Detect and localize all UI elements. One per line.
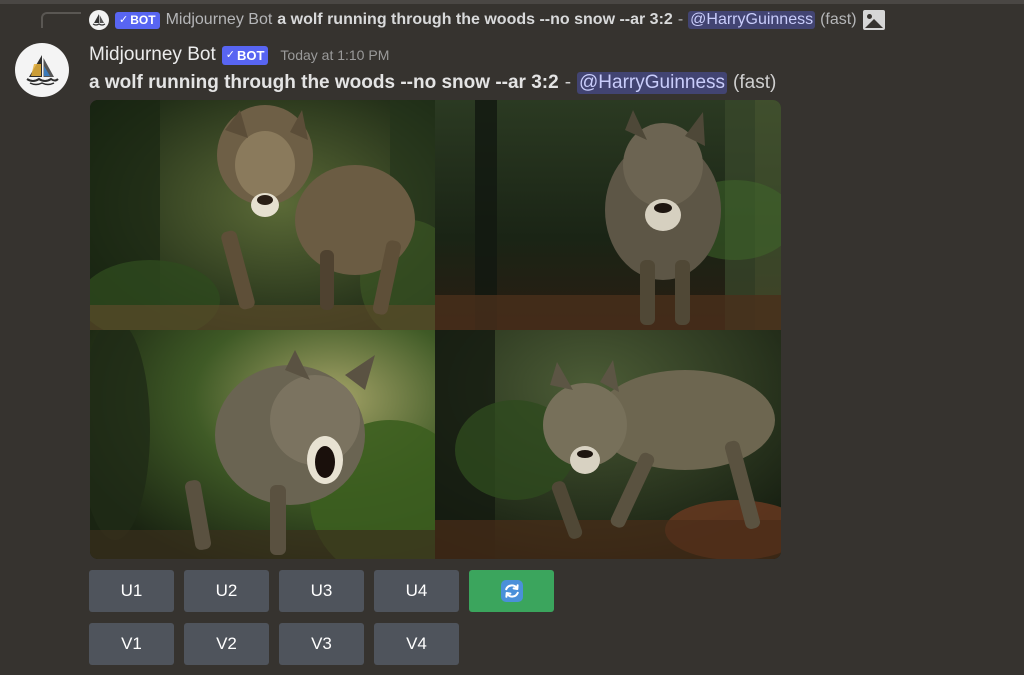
image-icon[interactable] (862, 10, 885, 30)
user-mention[interactable]: @HarryGuinness (577, 72, 728, 94)
wolf-image-1[interactable] (90, 100, 435, 330)
variation-1-button[interactable]: V1 (89, 623, 174, 665)
top-divider (0, 0, 1024, 4)
wolf-image-2[interactable] (435, 100, 781, 330)
variation-button-row: V1 V2 V3 V4 (89, 623, 469, 665)
speed-label: (fast) (733, 72, 777, 93)
bot-tag: ✓ BOT (221, 45, 269, 65)
prompt-text: a wolf running through the woods --no sn… (89, 72, 559, 93)
author-name[interactable]: Midjourney Bot (89, 44, 216, 66)
message-content: a wolf running through the woods --no sn… (89, 70, 776, 96)
refresh-icon (500, 580, 523, 602)
sailboat-icon (26, 55, 59, 86)
check-icon: ✓ (225, 48, 235, 61)
avatar[interactable] (15, 43, 69, 97)
reply-avatar[interactable] (89, 10, 109, 30)
reply-prompt: a wolf running through the woods --no sn… (277, 11, 673, 28)
image-grid[interactable] (90, 100, 781, 559)
upscale-3-button[interactable]: U3 (279, 570, 364, 612)
upscale-1-button[interactable]: U1 (89, 570, 174, 612)
upscale-4-button[interactable]: U4 (374, 570, 459, 612)
sailboat-icon (92, 14, 106, 26)
reply-speed: (fast) (820, 11, 857, 28)
variation-2-button[interactable]: V2 (184, 623, 269, 665)
reply-author[interactable]: Midjourney Bot (166, 11, 273, 29)
wolf-image-4[interactable] (435, 330, 781, 559)
variation-3-button[interactable]: V3 (279, 623, 364, 665)
check-icon: ✓ (119, 13, 129, 26)
reply-reference[interactable]: ✓ BOT Midjourney Bot a wolf running throu… (0, 8, 1024, 32)
reply-separator: - (677, 11, 684, 28)
variation-4-button[interactable]: V4 (374, 623, 459, 665)
separator: - (564, 72, 572, 93)
reply-mention[interactable]: @HarryGuinness (688, 11, 816, 29)
reply-bot-tag: ✓ BOT (115, 11, 160, 29)
wolf-image-3[interactable] (90, 330, 435, 559)
upscale-button-row: U1 U2 U3 U4 (89, 570, 564, 612)
message-header: Midjourney Bot ✓ BOT Today at 1:10 PM (89, 42, 389, 68)
upscale-2-button[interactable]: U2 (184, 570, 269, 612)
reroll-button[interactable] (469, 570, 554, 612)
timestamp[interactable]: Today at 1:10 PM (280, 47, 389, 63)
